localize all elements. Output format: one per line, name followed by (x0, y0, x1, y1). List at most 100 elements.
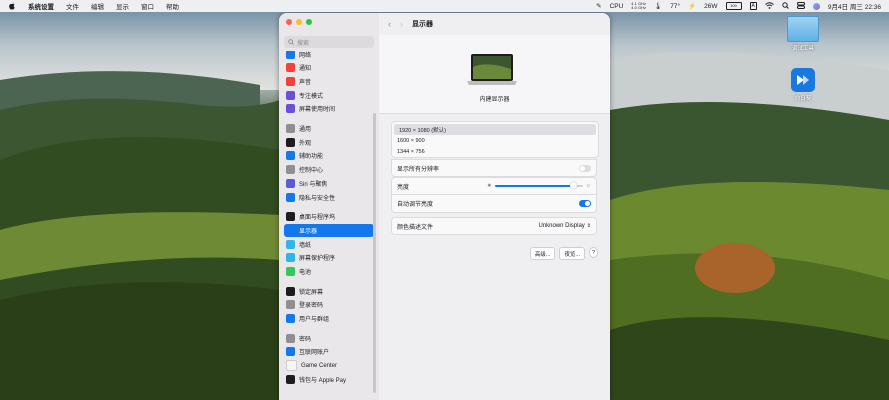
control-center-icon (286, 165, 295, 175)
display-arrangement: 内建显示器 (379, 35, 610, 114)
close-button[interactable] (286, 19, 292, 25)
sidebar-item-label: 专注模式 (299, 93, 324, 100)
night-shift-button[interactable]: 夜览... (559, 247, 585, 260)
resolution-option-1600[interactable]: 1600 × 900 (392, 135, 598, 146)
sidebar-item[interactable]: 用户与群组 (284, 312, 374, 326)
show-all-resolutions-toggle[interactable] (579, 164, 591, 172)
lock-icon (286, 286, 295, 296)
brightness-knob[interactable] (570, 182, 578, 189)
sidebar-item[interactable]: 桌面与程序坞 (284, 210, 374, 224)
sidebar-item-label: 屏幕保护程序 (299, 256, 336, 263)
gear-icon (286, 124, 295, 134)
sidebar-item[interactable]: 辅助功能 (284, 149, 374, 163)
wallet-icon (286, 374, 295, 384)
monitor-name: 内建显示器 (479, 97, 510, 103)
brightness-track[interactable] (494, 182, 583, 189)
show-all-resolutions-row: 显示所有分辨率 (391, 159, 597, 177)
bell-icon (286, 63, 295, 73)
sidebar-item-network[interactable]: 网络 (284, 51, 374, 59)
sidebar-item[interactable]: 显示器 (284, 223, 374, 238)
search-placeholder: 搜索 (297, 40, 310, 47)
sidebar-item-label: 密码 (299, 336, 312, 343)
sidebar-item-label: 钱包与 Apple Pay (299, 377, 347, 384)
zoom-button[interactable] (306, 19, 312, 25)
sidebar-item[interactable]: Game Center (284, 359, 374, 373)
advanced-button[interactable]: 高级... (529, 247, 556, 260)
sidebar-item-label: 桌面与程序坞 (299, 215, 336, 222)
accessibility-icon (286, 151, 295, 161)
sidebar-item[interactable]: 声音 (284, 75, 374, 89)
back-button[interactable]: ‹ (388, 19, 391, 29)
sidebar-item-label: 控制中心 (299, 168, 324, 175)
menu-window[interactable]: 窗口 (141, 1, 154, 11)
sidebar-item[interactable]: 隐私与安全性 (284, 190, 374, 204)
menu-view[interactable]: 显示 (116, 1, 129, 11)
cpu-label[interactable]: CPU (610, 3, 624, 10)
display-buttons: 高级... 夜览... ? (379, 247, 598, 260)
sidebar-item[interactable]: 锁定屏幕 (284, 284, 374, 298)
display-icon (286, 225, 295, 235)
cpu-frequency[interactable]: 4.1 GHz 4.0 GHz (631, 2, 646, 10)
sidebar-item[interactable]: 通知 (284, 61, 374, 75)
spotlight-search-icon[interactable] (782, 1, 789, 11)
sidebar-scrollbar[interactable] (373, 113, 376, 393)
sidebar-item[interactable]: 专注模式 (284, 88, 374, 102)
cpu-frequency-bottom: 4.0 GHz (631, 5, 646, 10)
sidebar-item[interactable]: 墙纸 (284, 237, 374, 251)
content-toolbar: ‹ › 显示器 (379, 13, 610, 35)
color-profile-value: Unknown Display (538, 223, 585, 229)
control-center-icon[interactable] (796, 1, 805, 11)
hourglass-icon (286, 104, 295, 114)
apple-icon[interactable] (8, 2, 16, 10)
brightness-row: 亮度 ✹ ☼ (391, 177, 597, 195)
input-method-icon[interactable]: A (749, 2, 757, 10)
sidebar-item[interactable]: 控制中心 (284, 163, 374, 177)
laptop-display-icon[interactable] (467, 53, 517, 87)
resolution-option-default[interactable]: 1920 × 1080 (默认) (394, 124, 596, 135)
sidebar-item-label: 隐私与安全性 (299, 195, 336, 202)
search-field[interactable]: 搜索 (284, 36, 374, 48)
battery-icon[interactable]: 100 (725, 2, 742, 10)
sidebar-item[interactable]: 登录密码 (284, 298, 374, 312)
sidebar-item-label: 外观 (299, 140, 312, 147)
page-title: 显示器 (412, 21, 433, 28)
sidebar-item[interactable]: 外观 (284, 135, 374, 149)
temperature-icon: 🌡 (653, 3, 663, 10)
siri-icon[interactable] (812, 2, 820, 10)
sidebar: 搜索 网络 通知声音专注模式屏幕使用时间 通用外观辅助功能控制中心 Siri 与聚焦… (279, 13, 380, 400)
sidebar-list: 网络 通知声音专注模式屏幕使用时间 通用外观辅助功能控制中心 Siri 与聚焦隐私与… (284, 51, 374, 386)
auto-brightness-toggle[interactable] (579, 200, 591, 207)
siri-icon (286, 178, 295, 188)
pen-icon[interactable]: ✎ (596, 2, 601, 10)
appearance-icon (286, 137, 295, 147)
sidebar-item[interactable]: 通用 (284, 122, 374, 136)
sidebar-item[interactable]: 互联网账户 (284, 345, 374, 359)
sidebar-item-label: 辅助功能 (299, 154, 324, 161)
forward-button[interactable]: › (400, 19, 403, 29)
menu-app-name[interactable]: 系统设置 (28, 1, 54, 11)
sidebar-item[interactable]: 电池 (284, 265, 374, 279)
sidebar-item[interactable]: 钱包与 Apple Pay (284, 372, 374, 386)
wifi-icon[interactable] (765, 1, 774, 11)
desktop-app[interactable]: 向日葵 (781, 68, 825, 102)
menu-edit[interactable]: 编辑 (91, 1, 104, 11)
menu-clock[interactable]: 9月4日 周三 22:36 (828, 1, 881, 11)
resolution-option-1344[interactable]: 1344 × 756 (392, 146, 598, 157)
brightness-slider[interactable]: ✹ ☼ (487, 182, 591, 189)
menu-file[interactable]: 文件 (66, 1, 79, 11)
sidebar-item[interactable]: Siri 与聚焦 (284, 177, 374, 191)
desktop-folder[interactable]: 调试工具 (781, 16, 825, 52)
sidebar-item[interactable]: 密码 (284, 331, 374, 345)
minimize-button[interactable] (296, 19, 302, 25)
sidebar-item[interactable]: 屏幕使用时间 (284, 102, 374, 116)
temperature-value[interactable]: 77° (670, 3, 680, 10)
color-profile-popup[interactable]: Unknown Display ⇕ (538, 223, 591, 229)
sidebar-item-label: 声音 (299, 80, 312, 87)
power-value[interactable]: 26W (704, 3, 717, 10)
menu-help[interactable]: 帮助 (166, 1, 179, 11)
help-button[interactable]: ? (589, 247, 598, 258)
sidebar-item[interactable]: 屏幕保护程序 (284, 251, 374, 265)
key-icon (286, 300, 295, 310)
wallpaper-icon (286, 239, 295, 249)
moon-icon (286, 90, 295, 100)
